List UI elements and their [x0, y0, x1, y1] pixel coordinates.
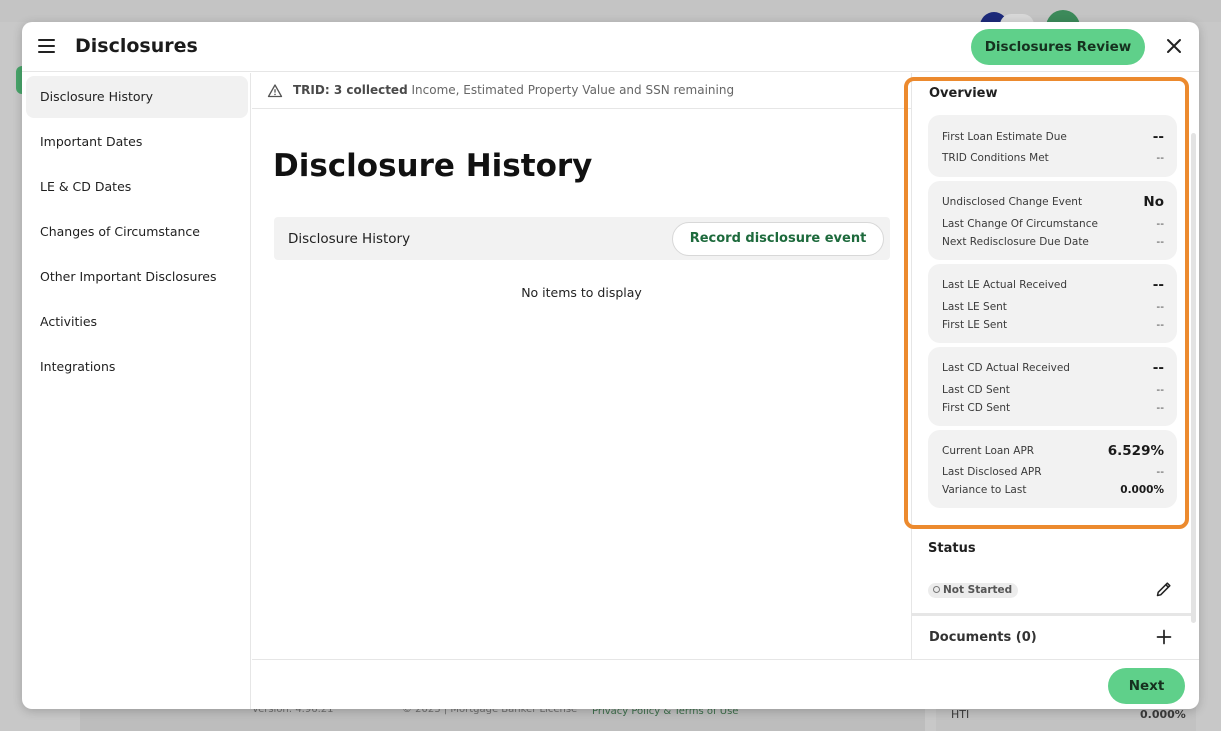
trid-collected-count: TRID: 3 collected	[293, 83, 408, 97]
background-hti-value: 0.000%	[1140, 708, 1186, 721]
right-panel: Overview First Loan Estimate Due -- TRID…	[904, 73, 1199, 659]
empty-state-text: No items to display	[521, 285, 642, 300]
trid-banner: TRID: 3 collected Income, Estimated Prop…	[252, 73, 911, 109]
sidebar-item-changes-of-circumstance[interactable]: Changes of Circumstance	[26, 211, 248, 253]
trid-remaining-text: Income, Estimated Property Value and SSN…	[411, 83, 735, 97]
sidebar-nav: Disclosure History Important Dates LE & …	[22, 73, 251, 709]
status-badge-label: Not Started	[943, 584, 1013, 596]
background-top-bar	[0, 0, 1221, 22]
disclosure-history-section-header: Disclosure History Record disclosure eve…	[274, 217, 890, 260]
background-hti-label: HTI	[951, 708, 970, 721]
disclosures-review-button[interactable]: Disclosures Review	[971, 29, 1145, 65]
trid-banner-text: TRID: 3 collected Income, Estimated Prop…	[293, 83, 734, 97]
documents-title: Documents (0)	[929, 630, 1037, 645]
right-panel-scrollbar[interactable]	[1191, 133, 1196, 623]
modal-footer: Next	[252, 659, 1199, 709]
sidebar-item-integrations[interactable]: Integrations	[26, 346, 248, 388]
hamburger-menu-icon[interactable]	[38, 39, 55, 53]
section-title: Disclosure History	[288, 231, 411, 247]
status-badge: Not Started	[928, 583, 1019, 598]
modal-title: Disclosures	[75, 35, 198, 57]
plus-icon[interactable]	[1155, 628, 1173, 646]
overview-highlight-box	[904, 77, 1189, 529]
close-icon[interactable]	[1163, 35, 1185, 57]
sidebar-item-activities[interactable]: Activities	[26, 301, 248, 343]
sidebar-item-other-important-disclosures[interactable]: Other Important Disclosures	[26, 256, 248, 298]
pencil-icon[interactable]	[1154, 579, 1174, 599]
page-title: Disclosure History	[273, 148, 593, 184]
main-content: TRID: 3 collected Income, Estimated Prop…	[252, 73, 911, 659]
warning-icon	[267, 83, 283, 99]
next-button[interactable]: Next	[1108, 668, 1185, 704]
panel-divider	[912, 613, 1192, 616]
sidebar-item-le-cd-dates[interactable]: LE & CD Dates	[26, 166, 248, 208]
sidebar-item-important-dates[interactable]: Important Dates	[26, 121, 248, 163]
status-title: Status	[928, 541, 976, 556]
record-disclosure-event-button[interactable]: Record disclosure event	[672, 222, 884, 256]
status-ring-icon	[933, 586, 940, 593]
sidebar-item-disclosure-history[interactable]: Disclosure History	[26, 76, 248, 118]
disclosures-modal: Disclosures Disclosures Review Disclosur…	[22, 22, 1199, 709]
modal-header: Disclosures Disclosures Review	[22, 22, 1199, 72]
